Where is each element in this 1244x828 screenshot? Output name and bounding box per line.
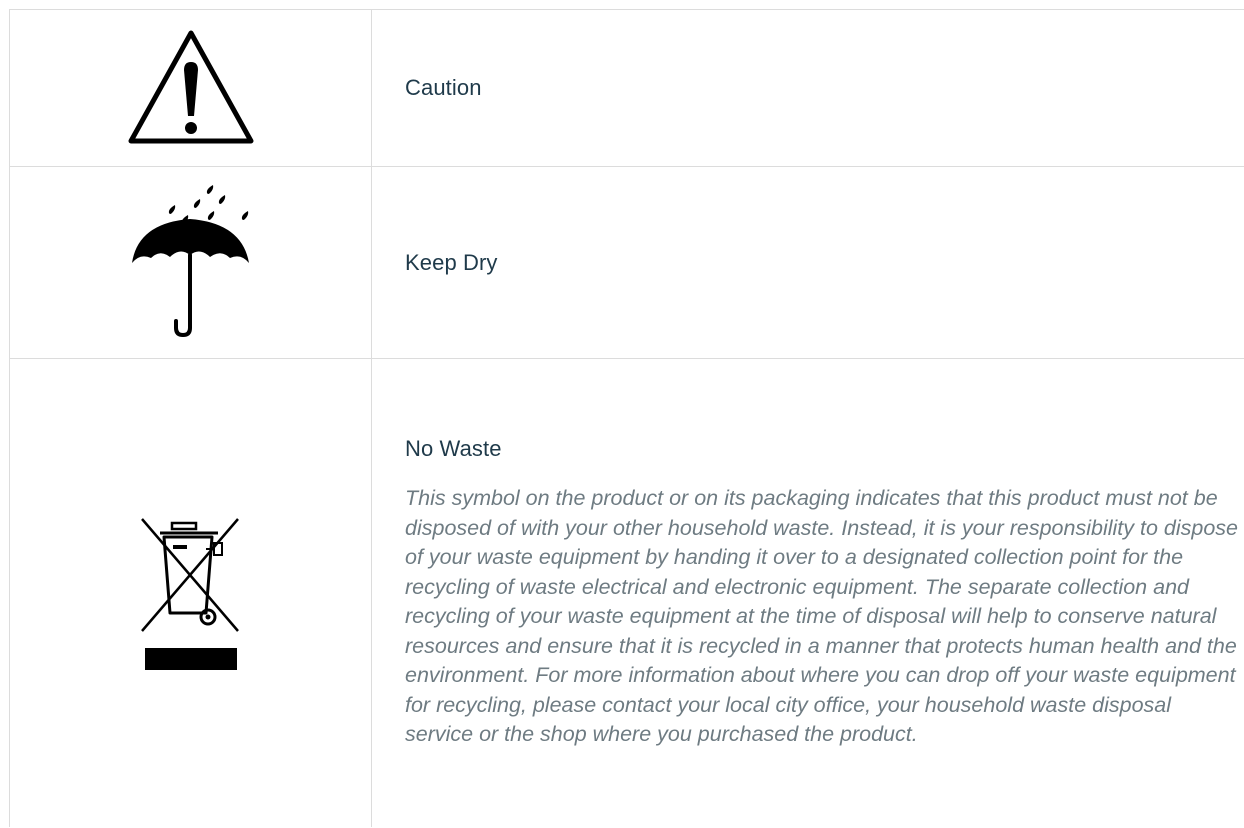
icon-cell — [9, 166, 372, 359]
icon-cell — [9, 9, 372, 167]
crossed-bin-icon — [140, 518, 239, 670]
umbrella-icon — [131, 184, 249, 337]
symbol-description: This symbol on the product or on its pac… — [405, 486, 1238, 747]
text-cell: Caution — [371, 9, 1244, 167]
symbol-label-no-waste: No Waste — [405, 436, 502, 462]
symbol-label-caution: Caution — [405, 75, 482, 100]
symbol-label-keep-dry: Keep Dry — [405, 249, 498, 275]
caution-icon — [128, 30, 253, 144]
icon-cell — [9, 358, 372, 827]
text-cell: No Waste This symbol on the product or o… — [371, 358, 1244, 827]
symbol-row-no-waste: No Waste This symbol on the product or o… — [9, 358, 1244, 827]
text-cell: Keep Dry — [371, 166, 1244, 359]
symbols-table: Caution Keep Dry No Waste This symbol on… — [9, 9, 1244, 827]
symbol-row-keep-dry: Keep Dry — [9, 166, 1244, 359]
symbol-row-caution: Caution — [9, 9, 1244, 167]
